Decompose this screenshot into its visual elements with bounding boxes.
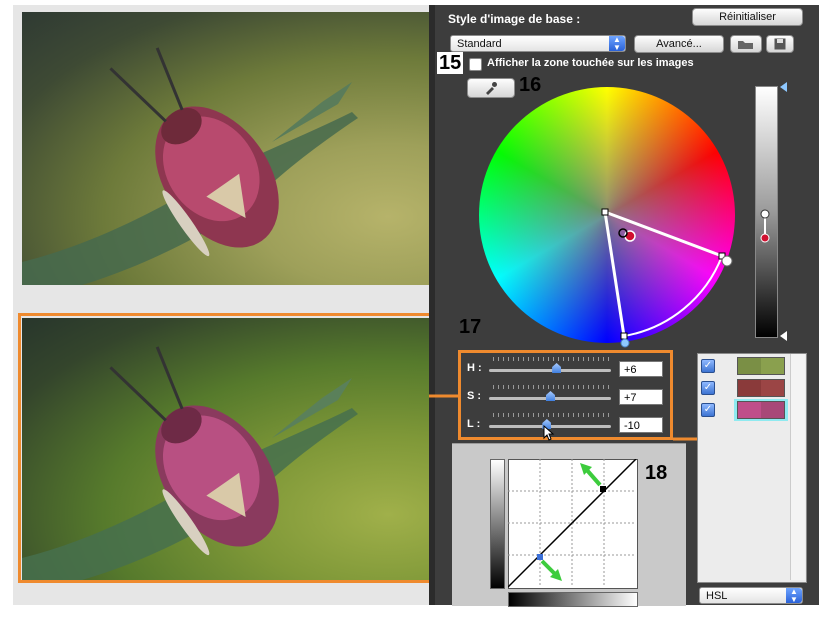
luminance-top-handle[interactable]	[780, 82, 787, 92]
eyedropper-button[interactable]	[467, 78, 515, 98]
mouse-cursor-icon	[543, 425, 555, 441]
color-1-swatch[interactable]	[737, 357, 785, 375]
style-select-value: Standard	[457, 38, 502, 50]
color-2-swatch[interactable]	[737, 379, 785, 397]
color-3-checkbox[interactable]: ✓	[701, 403, 715, 417]
show-area-label: Afficher la zone touchée sur les images	[487, 57, 694, 69]
select-arrows-icon: ▲ ▼	[786, 588, 802, 604]
h-ticks	[493, 357, 609, 361]
adjusted-image-highlight	[18, 313, 433, 583]
advanced-button[interactable]: Avancé...	[634, 35, 724, 53]
color-3-swatch[interactable]	[737, 401, 785, 419]
l-ticks	[493, 413, 609, 417]
mode-select[interactable]: HSL ▲ ▼	[699, 587, 803, 604]
curve-lines	[508, 459, 637, 588]
original-image	[22, 12, 429, 285]
select-arrows-icon: ▲ ▼	[609, 36, 625, 52]
folder-open-icon	[738, 41, 753, 49]
load-button[interactable]	[730, 35, 762, 53]
h-slider-track[interactable]	[489, 369, 611, 372]
mode-select-value: HSL	[706, 590, 728, 602]
luminance-bottom-handle[interactable]	[780, 331, 787, 341]
tone-gradient-horizontal	[508, 592, 638, 607]
style-label: Style d'image de base :	[448, 12, 581, 26]
tone-gradient-vertical	[490, 459, 505, 589]
callout-18: 18	[645, 462, 668, 484]
callout-17: 17	[459, 316, 482, 338]
reset-button[interactable]: Réinitialiser	[692, 8, 803, 26]
luminance-range-handle[interactable]	[752, 206, 782, 256]
floppy-disk-icon	[774, 38, 786, 50]
callout-16: 16	[519, 74, 542, 96]
h-value-field[interactable]: +6	[619, 361, 663, 377]
color-2-checkbox[interactable]: ✓	[701, 381, 715, 395]
color-1-checkbox[interactable]: ✓	[701, 359, 715, 373]
save-button[interactable]	[766, 35, 794, 53]
color-list-scrollbar[interactable]	[790, 354, 805, 580]
l-label: L :	[467, 418, 481, 430]
l-value-field[interactable]: -10	[619, 417, 663, 433]
s-value-field[interactable]: +7	[619, 389, 663, 405]
show-area-checkbox[interactable]	[469, 58, 482, 71]
callout-15: 15	[437, 52, 464, 74]
h-label: H :	[467, 362, 482, 374]
style-select[interactable]: Standard ▲ ▼	[450, 35, 626, 52]
s-label: S :	[467, 390, 482, 402]
s-ticks	[493, 385, 609, 389]
color-wheel[interactable]	[479, 87, 735, 343]
eyedropper-icon	[486, 82, 497, 95]
